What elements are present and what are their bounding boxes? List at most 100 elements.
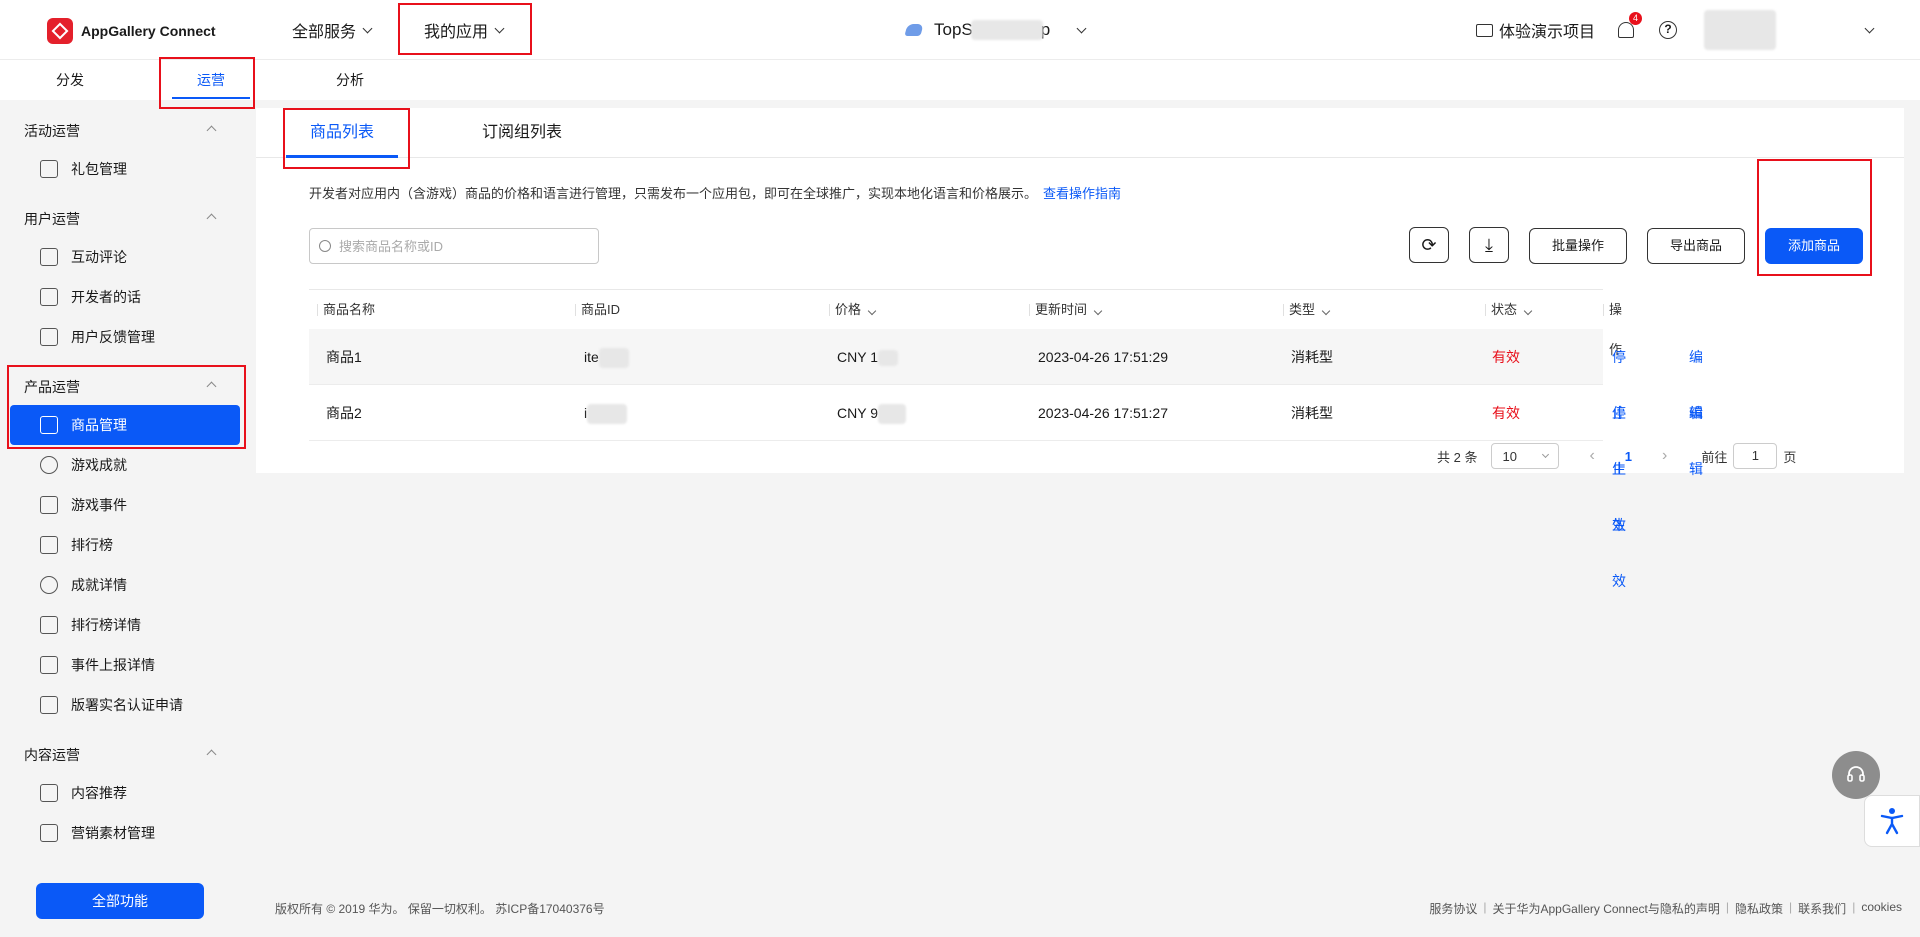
- table-row: 商品2 i CNY 9 2023-04-26 17:51:27 消耗型 有效 停…: [309, 385, 1703, 589]
- edit-link[interactable]: 编辑: [1689, 385, 1703, 477]
- batch-operation-button[interactable]: 批量操作: [1529, 228, 1627, 264]
- chevron-up-icon: [206, 125, 217, 136]
- footer-link-terms[interactable]: 服务协议: [1429, 900, 1477, 917]
- sidebar-item-marketing[interactable]: 营销素材管理: [24, 813, 240, 853]
- column-name: 商品名称: [316, 290, 375, 330]
- sidebar-item-event-detail[interactable]: 事件上报详情: [24, 645, 240, 685]
- search-box[interactable]: [309, 228, 599, 264]
- sidebar-item-products[interactable]: 商品管理: [10, 405, 240, 445]
- prev-page-icon[interactable]: ‹: [1589, 447, 1594, 465]
- redacted-price: [877, 350, 898, 367]
- column-type[interactable]: 类型: [1282, 290, 1331, 330]
- status-badge: 有效: [1492, 349, 1520, 365]
- sidebar-item-label: 开发者的话: [71, 289, 141, 305]
- page-size-select[interactable]: 10: [1491, 443, 1560, 469]
- notification-badge: 4: [1629, 12, 1642, 25]
- sidebar-item-leaderboard-detail[interactable]: 排行榜详情: [24, 605, 240, 645]
- column-type-label: 类型: [1289, 302, 1316, 317]
- nav-all-services[interactable]: 全部服务: [292, 0, 373, 60]
- tab-product-list[interactable]: 商品列表: [310, 108, 374, 158]
- notifications-button[interactable]: [1618, 0, 1634, 60]
- cell-id: ite: [584, 329, 629, 385]
- redacted-id: [587, 404, 628, 425]
- accessibility-button[interactable]: [1864, 795, 1920, 847]
- tab-distribute[interactable]: 分发: [28, 60, 112, 100]
- help-icon: ?: [1659, 21, 1677, 39]
- customer-service-button[interactable]: [1832, 751, 1880, 799]
- app-selector[interactable]: TopS p: [904, 0, 1087, 60]
- nav-all-services-label: 全部服务: [292, 24, 357, 41]
- chevron-up-icon: [206, 213, 217, 224]
- sidebar-item-achievement-detail[interactable]: 成就详情: [24, 565, 240, 605]
- copyright: 版权所有 © 2019 华为。 保留一切权利。 苏ICP备17040376号: [275, 902, 605, 916]
- guide-link[interactable]: 查看操作指南: [1043, 186, 1121, 201]
- add-product-button[interactable]: 添加商品: [1765, 228, 1863, 264]
- download-button[interactable]: ⤓: [1469, 227, 1509, 263]
- nav-my-apps[interactable]: 我的应用: [424, 0, 505, 60]
- chevron-down-icon: [362, 23, 373, 33]
- edit-link[interactable]: 编辑: [1689, 329, 1703, 421]
- redacted-app-name: [970, 20, 1043, 40]
- next-page-icon[interactable]: ›: [1662, 447, 1667, 465]
- goto-page-input[interactable]: 1: [1733, 443, 1778, 469]
- sidebar-item-label: 内容推荐: [71, 785, 127, 801]
- leaderboard-icon: [40, 536, 58, 554]
- sidebar-group-activity[interactable]: 活动运营: [24, 121, 80, 141]
- marketing-icon: [40, 824, 58, 842]
- sidebar-item-achievements[interactable]: 游戏成就: [24, 445, 240, 485]
- footer-link-privacy-statement[interactable]: 关于华为AppGallery Connect与隐私的声明: [1493, 900, 1720, 917]
- column-status[interactable]: 状态: [1484, 290, 1533, 330]
- sidebar-item-realname[interactable]: 版署实名认证申请: [24, 685, 240, 725]
- app-name-prefix: TopS: [934, 20, 973, 39]
- sidebar-item-events[interactable]: 游戏事件: [24, 485, 240, 525]
- column-price[interactable]: 价格: [828, 290, 877, 330]
- product-subtabs: 商品列表 订阅组列表: [256, 108, 1904, 158]
- user-menu[interactable]: [1704, 0, 1875, 60]
- chevron-down-icon: [1523, 306, 1533, 316]
- achievement-icon: [40, 456, 58, 474]
- sidebar-item-label: 游戏事件: [71, 497, 127, 513]
- sidebar-item-comments[interactable]: 互动评论: [24, 237, 240, 277]
- demo-project-link[interactable]: 体验演示项目: [1476, 0, 1595, 60]
- footer-link-contact[interactable]: 联系我们: [1798, 900, 1846, 917]
- appgallery-logo-icon: [47, 18, 73, 44]
- description-text: 开发者对应用内（含游戏）商品的价格和语言进行管理，只需发布一个应用包，即可在全球…: [309, 186, 1038, 201]
- sidebar-group-content[interactable]: 内容运营: [24, 745, 80, 765]
- footer-link-privacy-policy[interactable]: 隐私政策: [1735, 900, 1783, 917]
- table-header: 商品名称 商品ID 价格 更新时间 类型 状态 操作: [309, 289, 1622, 357]
- page-number-current[interactable]: 1: [1625, 449, 1632, 464]
- sidebar-item-gift[interactable]: 礼包管理: [24, 149, 240, 189]
- sidebar-item-leaderboard[interactable]: 排行榜: [24, 525, 240, 565]
- tab-operate[interactable]: 运营: [172, 60, 250, 100]
- column-updated[interactable]: 更新时间: [1028, 290, 1103, 330]
- sidebar-item-dev-words[interactable]: 开发者的话: [24, 277, 240, 317]
- refresh-button[interactable]: ⟳: [1409, 227, 1449, 263]
- sidebar-group-user[interactable]: 用户运营: [24, 209, 80, 229]
- help-button[interactable]: ?: [1659, 0, 1677, 60]
- all-functions-button[interactable]: 全部功能: [36, 883, 204, 919]
- chevron-down-icon: [1076, 23, 1087, 33]
- top-bar: AppGallery Connect 全部服务 我的应用 TopS p 体验演示…: [0, 0, 1920, 60]
- app-icon: [904, 24, 924, 36]
- search-input[interactable]: [339, 238, 579, 254]
- sidebar-group-product[interactable]: 产品运营: [24, 377, 80, 397]
- refresh-icon: ⟳: [1421, 234, 1437, 255]
- stop-link[interactable]: 停止生效: [1612, 329, 1626, 533]
- sidebar-item-label: 用户反馈管理: [71, 329, 155, 345]
- export-products-button[interactable]: 导出商品: [1647, 228, 1745, 264]
- page-suffix: 页: [1783, 449, 1797, 465]
- recommend-icon: [40, 784, 58, 802]
- stop-link[interactable]: 停止生效: [1612, 385, 1626, 589]
- footer-link-cookies[interactable]: cookies: [1861, 900, 1902, 917]
- page-size-value: 10: [1502, 448, 1517, 464]
- logo-text: AppGallery Connect: [81, 23, 216, 39]
- tab-subscription-groups[interactable]: 订阅组列表: [482, 108, 562, 158]
- sidebar-item-recommend[interactable]: 内容推荐: [24, 773, 240, 813]
- logo[interactable]: AppGallery Connect: [47, 18, 216, 44]
- sidebar-item-feedback[interactable]: 用户反馈管理: [24, 317, 240, 357]
- leaderboard-detail-icon: [40, 616, 58, 634]
- tab-analyze[interactable]: 分析: [308, 60, 392, 100]
- sidebar-item-label: 游戏成就: [71, 457, 127, 473]
- cell-updated: 2023-04-26 17:51:29: [1038, 349, 1168, 365]
- total-count: 共 2 条: [1437, 449, 1478, 465]
